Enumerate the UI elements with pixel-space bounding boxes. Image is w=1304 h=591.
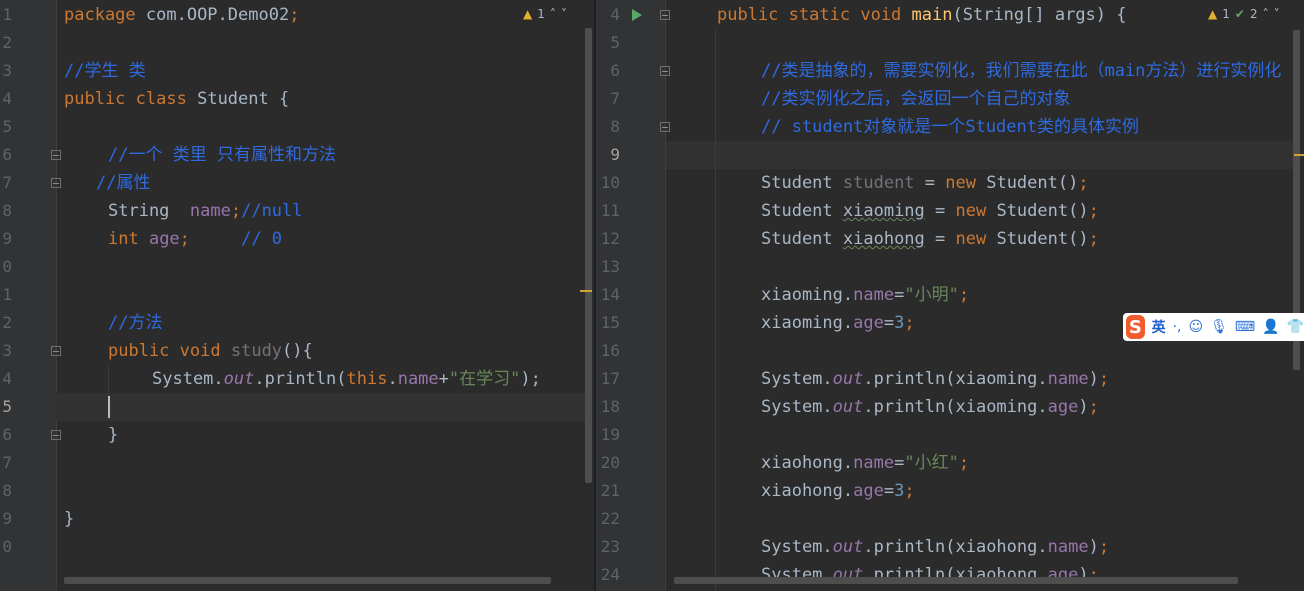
code-line: Student xiaoming = new Student(); bbox=[761, 201, 1099, 221]
user-icon[interactable]: 👤 bbox=[1262, 319, 1279, 335]
emoji-icon[interactable]: ☺ bbox=[1189, 319, 1204, 335]
ime-punctuation-toggle[interactable]: ·, bbox=[1173, 319, 1182, 335]
code-line: //属性 bbox=[96, 173, 151, 193]
code-line: //类是抽象的，需要实例化，我们需要在此（main方法）进行实例化 bbox=[761, 61, 1282, 81]
warning-marker[interactable] bbox=[580, 290, 592, 292]
chevron-down-icon[interactable]: ˅ bbox=[1274, 7, 1280, 21]
microphone-icon[interactable]: 🎙 bbox=[1210, 319, 1228, 335]
ime-language-toggle[interactable]: 英 bbox=[1152, 317, 1166, 337]
keyboard-icon[interactable]: ⌨ bbox=[1235, 319, 1255, 335]
left-inspection-status[interactable]: ▲ 1 ˄ ˅ bbox=[523, 7, 567, 21]
check-icon: ✔ bbox=[1234, 7, 1245, 21]
right-code-area[interactable]: public static void main(String[] args) {… bbox=[596, 0, 1304, 591]
warning-count: 1 bbox=[537, 7, 545, 21]
code-line: xiaoming.name="小明"; bbox=[761, 285, 970, 305]
code-line: String name;//null bbox=[108, 201, 303, 221]
left-code-area[interactable]: package com.OOP.Demo02; //学生 类 public cl… bbox=[0, 0, 594, 591]
check-count: 2 bbox=[1249, 7, 1258, 21]
horizontal-scrollbar[interactable] bbox=[64, 577, 551, 584]
code-line: //一个 类里 只有属性和方法 bbox=[108, 145, 336, 165]
code-line: xiaoming.age=3; bbox=[761, 313, 915, 333]
warning-icon: ▲ bbox=[523, 7, 533, 21]
code-line: System.out.println(this.name+"在学习"); bbox=[152, 369, 541, 389]
code-line: } bbox=[108, 425, 119, 445]
skin-icon[interactable]: 👕 bbox=[1287, 319, 1304, 335]
code-line: System.out.println(xiaoming.name); bbox=[761, 369, 1110, 389]
right-editor-pane[interactable]: 4 5 6 7 8 9 10 11 12 13 14 15 16 17 18 19 20 21 22 23 24 pub… bbox=[596, 0, 1304, 591]
text-caret bbox=[108, 396, 110, 418]
code-line: public void study(){ bbox=[108, 341, 313, 361]
code-line: System.out.println(xiaoming.age); bbox=[761, 397, 1099, 417]
code-line: package com.OOP.Demo02; bbox=[64, 5, 300, 25]
code-line: int age; // 0 bbox=[108, 229, 283, 249]
right-inspection-status[interactable]: ▲ 1 ✔ 2 ˄ ˅ bbox=[1208, 7, 1280, 21]
warning-marker[interactable] bbox=[1294, 154, 1304, 156]
code-line: //类实例化之后，会返回一个自己的对象 bbox=[761, 89, 1071, 109]
sogou-logo-icon[interactable]: S bbox=[1126, 315, 1145, 339]
code-line: // student对象就是一个Student类的具体实例 bbox=[761, 117, 1139, 137]
code-line: Student xiaohong = new Student(); bbox=[761, 229, 1099, 249]
code-line: //学生 类 bbox=[64, 61, 146, 81]
chevron-up-icon[interactable]: ˄ bbox=[1263, 7, 1269, 21]
code-line: System.out.println(xiaohong.name); bbox=[761, 537, 1110, 557]
horizontal-scrollbar[interactable] bbox=[674, 577, 1238, 584]
code-line: } bbox=[64, 509, 75, 529]
warning-icon: ▲ bbox=[1208, 7, 1218, 21]
code-line: Student student = new Student(); bbox=[761, 173, 1089, 193]
code-line: //方法 bbox=[108, 313, 163, 333]
chevron-up-icon[interactable]: ˄ bbox=[550, 7, 556, 21]
chevron-down-icon[interactable]: ˅ bbox=[561, 7, 567, 21]
code-line: xiaohong.age=3; bbox=[761, 481, 915, 501]
code-line: System.out.println(xiaohong.age); bbox=[761, 565, 1099, 585]
ime-toolbar[interactable]: S 英 ·, ☺ 🎙 ⌨ 👤 👕 bbox=[1123, 313, 1304, 341]
left-editor-pane[interactable]: 12345678901234567890 package com.OOP.Dem… bbox=[0, 0, 594, 591]
code-line: public static void main(String[] args) { bbox=[717, 5, 1127, 25]
vertical-scrollbar[interactable] bbox=[585, 28, 592, 483]
code-line: public class Student { bbox=[64, 89, 290, 109]
code-line: xiaohong.name="小红"; bbox=[761, 453, 970, 473]
warning-count: 1 bbox=[1222, 7, 1230, 21]
